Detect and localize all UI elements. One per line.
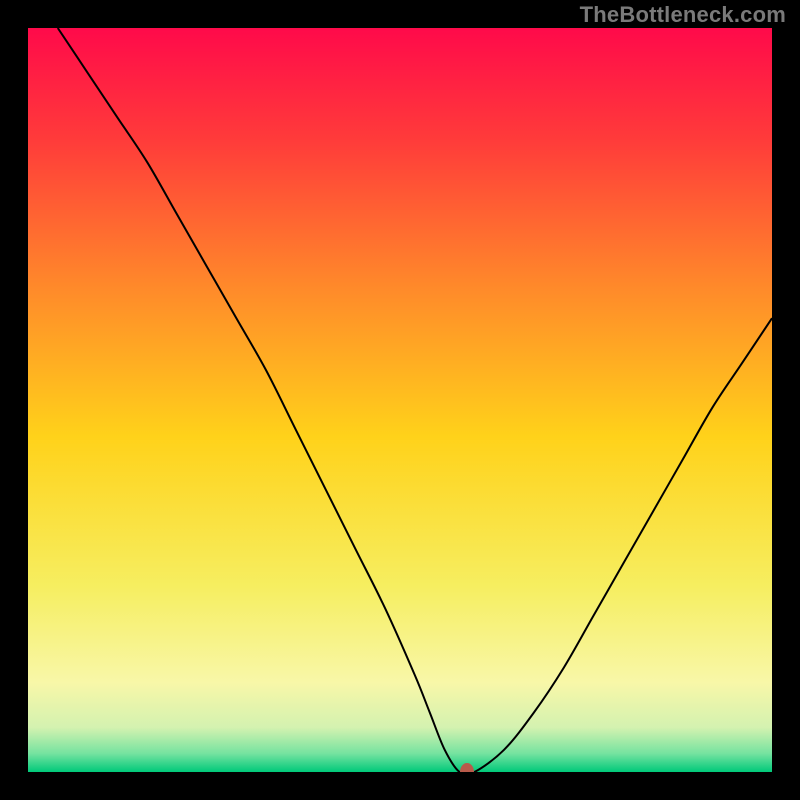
plot-area (28, 28, 772, 772)
watermark-text: TheBottleneck.com (580, 2, 786, 28)
chart-frame: TheBottleneck.com (0, 0, 800, 800)
bottleneck-curve (28, 28, 772, 772)
